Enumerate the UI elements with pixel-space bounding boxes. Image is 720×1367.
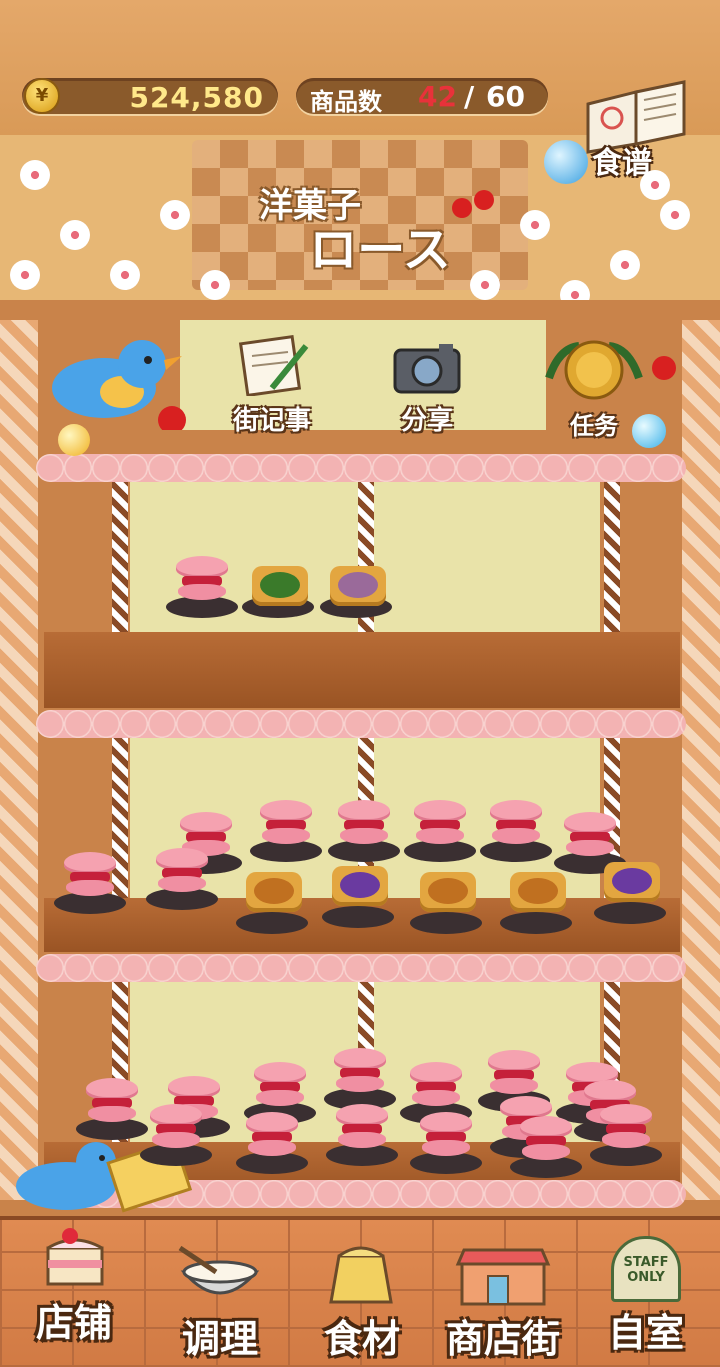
- plate: [500, 912, 572, 934]
- sakura-macaron[interactable]: [260, 800, 312, 846]
- shelf-board-1: [44, 632, 680, 708]
- sakura-macaron[interactable]: [246, 1112, 298, 1158]
- sakura-macaron[interactable]: [150, 1104, 202, 1150]
- yen-coin-icon: ¥: [24, 78, 60, 114]
- camera-icon: [393, 344, 461, 394]
- sakura-macaron[interactable]: [564, 812, 616, 858]
- plate: [410, 912, 482, 934]
- plate: [322, 906, 394, 928]
- item-count-display: 商品数 42 / 60: [296, 78, 548, 116]
- cherry-decoration: [652, 356, 676, 380]
- storefront-icon: [455, 1248, 551, 1306]
- sakura-macaron[interactable]: [338, 800, 390, 846]
- sakura-macaron[interactable]: [410, 1062, 462, 1108]
- blossom-decoration: [660, 200, 690, 230]
- money-value: 524,580: [129, 81, 264, 114]
- street-news-button[interactable]: 街记事: [214, 332, 330, 437]
- sakura-macaron[interactable]: [600, 1104, 652, 1150]
- yellow-bead-decoration: [58, 424, 90, 456]
- sakura-macaron[interactable]: [420, 1112, 472, 1158]
- sakura-macaron[interactable]: [176, 556, 228, 602]
- purple-tart[interactable]: [330, 566, 386, 606]
- nav-my-room-label: 自室: [607, 1311, 684, 1355]
- blue-bird-icon: [52, 340, 186, 434]
- item-count-current: 42: [418, 80, 457, 113]
- nav-shopping-street-label: 商店街: [445, 1317, 560, 1361]
- share-button[interactable]: 分享: [372, 340, 482, 437]
- blossom-decoration: [470, 270, 500, 300]
- nav-cook-label: 调理: [181, 1317, 258, 1361]
- blossom-decoration: [520, 210, 550, 240]
- plate: [236, 912, 308, 934]
- blossom-decoration: [60, 220, 90, 250]
- nav-cook[interactable]: 调理: [150, 1238, 290, 1363]
- medal-icon: [545, 340, 643, 400]
- plate: [594, 902, 666, 924]
- cherry-decoration: [474, 190, 494, 210]
- blossom-decoration: [20, 160, 50, 190]
- shelf-frill-1: [36, 454, 686, 482]
- nav-ingredients[interactable]: 食材: [292, 1236, 432, 1363]
- item-count-max: 60: [486, 80, 525, 113]
- blue-bird-mascot[interactable]: [22, 330, 202, 434]
- sakura-macaron[interactable]: [520, 1116, 572, 1162]
- staff-only-sign: STAFF ONLY: [623, 1255, 669, 1285]
- blue-bead-decoration: [544, 140, 588, 184]
- candy-cane-pillar: [604, 482, 620, 632]
- street-news-label: 街记事: [232, 406, 311, 436]
- right-wall-trim: [682, 320, 720, 1200]
- staff-door-icon: STAFF ONLY: [611, 1236, 681, 1302]
- shelf-frill-3: [36, 954, 686, 982]
- blue-bead-decoration: [632, 414, 666, 448]
- nav-my-room[interactable]: STAFF ONLY 自室: [576, 1236, 716, 1357]
- blossom-decoration: [110, 260, 140, 290]
- shop-name-line2: ロース: [309, 222, 451, 278]
- nav-ingredients-label: 食材: [323, 1317, 400, 1361]
- money-display: ¥ 524,580: [22, 78, 278, 114]
- purple-mont-blanc[interactable]: [604, 862, 660, 902]
- cherry-decoration: [452, 198, 472, 218]
- sakura-macaron[interactable]: [414, 800, 466, 846]
- sakura-macaron[interactable]: [490, 800, 542, 846]
- fruit-tart[interactable]: [246, 872, 302, 912]
- blossom-decoration: [160, 200, 190, 230]
- item-count-separator: /: [464, 80, 475, 113]
- sakura-macaron[interactable]: [334, 1048, 386, 1094]
- mixing-bowl-icon: [178, 1245, 260, 1295]
- fruit-tart[interactable]: [510, 872, 566, 912]
- purple-mont-blanc[interactable]: [332, 866, 388, 906]
- sakura-macaron[interactable]: [254, 1062, 306, 1108]
- recipe-button[interactable]: 食谱: [578, 74, 698, 184]
- item-count-label: 商品数: [310, 88, 382, 116]
- sakura-macaron[interactable]: [64, 852, 116, 898]
- matcha-tart[interactable]: [252, 566, 308, 606]
- nav-shop-label: 店铺: [35, 1301, 112, 1345]
- blossom-decoration: [610, 250, 640, 280]
- share-label: 分享: [400, 406, 453, 436]
- blossom-decoration: [640, 170, 670, 200]
- fruit-tart[interactable]: [420, 872, 476, 912]
- candy-cane-pillar: [112, 482, 128, 632]
- sakura-macaron[interactable]: [86, 1078, 138, 1124]
- blossom-decoration: [200, 270, 230, 300]
- cake-icon: [46, 1228, 104, 1286]
- blossom-decoration: [10, 260, 40, 290]
- shelf-frill-2: [36, 710, 686, 738]
- sakura-macaron[interactable]: [488, 1050, 540, 1096]
- notepad-icon: [238, 334, 309, 396]
- left-wall-trim: [0, 320, 38, 1200]
- nav-shopping-street[interactable]: 商店街: [428, 1236, 578, 1363]
- flour-sack-icon: [329, 1246, 393, 1304]
- sakura-macaron[interactable]: [336, 1104, 388, 1150]
- sakura-macaron[interactable]: [156, 848, 208, 894]
- nav-shop[interactable]: 店铺: [4, 1222, 144, 1347]
